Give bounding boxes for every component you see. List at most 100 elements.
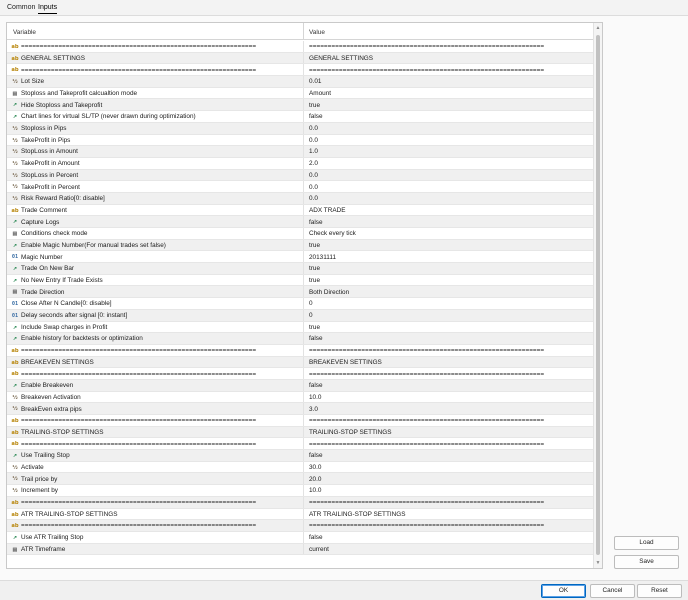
column-separator[interactable] — [303, 23, 304, 40]
parameter-value[interactable]: false — [309, 534, 593, 541]
scrollbar-thumb[interactable] — [596, 35, 600, 555]
table-row[interactable]: ½ Lot Size 0.01 — [7, 76, 595, 88]
table-row[interactable]: ½ StopLoss in Amount 1.0 — [7, 146, 595, 158]
table-row[interactable]: ab BREAKEVEN SETTINGS BREAKEVEN SETTINGS — [7, 356, 595, 369]
table-row[interactable]: 01 Delay seconds after signal [0: instant… — [7, 309, 595, 322]
parameter-value[interactable]: Check every tick — [309, 230, 593, 237]
parameter-value[interactable]: true — [309, 324, 593, 331]
parameter-value[interactable]: 10.0 — [309, 394, 593, 401]
table-row[interactable]: ab ======================================… — [7, 496, 595, 509]
parameter-value[interactable]: 20.0 — [309, 476, 593, 483]
cancel-button[interactable]: Cancel — [590, 584, 635, 598]
table-row[interactable]: ½ Breakeven Activation 10.0 — [7, 391, 595, 404]
table-row[interactable]: ab ======================================… — [7, 415, 595, 427]
table-row[interactable]: ↗ Hide Stoploss and Takeprofit true — [7, 99, 595, 112]
column-header-value[interactable]: Value — [309, 29, 325, 36]
parameter-value[interactable]: 2.0 — [309, 160, 593, 167]
parameter-value[interactable]: 0.0 — [309, 184, 593, 191]
parameter-value[interactable]: ADX TRADE — [309, 207, 593, 214]
table-row[interactable]: ↗ Trade On New Bar true — [7, 263, 595, 275]
table-row[interactable]: ½ TakeProfit in Pips 0.0 — [7, 134, 595, 147]
parameter-value[interactable]: true — [309, 102, 593, 109]
parameter-value[interactable]: 0 — [309, 312, 593, 319]
table-row[interactable]: ▤ ATR Timeframe current — [7, 543, 595, 556]
table-row[interactable]: ↗ Enable Magic Number(For manual trades s… — [7, 239, 595, 252]
parameter-value[interactable]: ========================================… — [309, 441, 593, 448]
parameter-value[interactable]: false — [309, 219, 593, 226]
table-row[interactable]: ab ======================================… — [7, 64, 595, 77]
parameter-value[interactable]: TRAILING-STOP SETTINGS — [309, 429, 593, 436]
scroll-down-arrow-icon[interactable]: ▼ — [594, 559, 602, 567]
parameter-value[interactable]: ========================================… — [309, 417, 593, 424]
parameter-value[interactable]: false — [309, 382, 593, 389]
table-row[interactable]: ↗ Enable history for backtests or optimiz… — [7, 333, 595, 345]
table-row[interactable]: ½ Trail price by 20.0 — [7, 473, 595, 486]
load-button[interactable]: Load — [614, 536, 679, 550]
table-row[interactable]: ▤ Stoploss and Takeprofit calcualtion mod… — [7, 87, 595, 100]
parameter-value[interactable]: Both Direction — [309, 289, 593, 296]
parameter-value[interactable]: ========================================… — [309, 43, 593, 50]
parameter-value[interactable]: 0.0 — [309, 137, 593, 144]
table-row[interactable]: ½ Activate 30.0 — [7, 461, 595, 474]
parameter-value[interactable]: ATR TRAILING-STOP SETTINGS — [309, 511, 593, 518]
table-row[interactable]: ½ Increment by 10.0 — [7, 485, 595, 497]
parameter-value[interactable]: ========================================… — [309, 499, 593, 506]
parameter-value[interactable]: GENERAL SETTINGS — [309, 55, 593, 62]
parameter-value[interactable]: 1.0 — [309, 148, 593, 155]
table-row[interactable]: ½ TakeProfit in Percent 0.0 — [7, 181, 595, 193]
table-row[interactable]: ½ TakeProfit in Amount 2.0 — [7, 157, 595, 170]
parameter-value[interactable]: false — [309, 335, 593, 342]
table-row[interactable]: ↗ Chart lines for virtual SL/TP (never dr… — [7, 111, 595, 123]
table-row[interactable]: ab ======================================… — [7, 344, 595, 357]
table-row[interactable]: ab GENERAL SETTINGS GENERAL SETTINGS — [7, 52, 595, 65]
table-row[interactable]: ab Trade Comment ADX TRADE — [7, 204, 595, 217]
table-row[interactable]: ½ Stoploss in Pips 0.0 — [7, 122, 595, 135]
parameter-value[interactable]: 20131111 — [309, 254, 593, 261]
scroll-up-arrow-icon[interactable]: ▲ — [594, 24, 602, 32]
parameter-value[interactable]: Amount — [309, 90, 593, 97]
table-row[interactable]: ↗ Capture Logs false — [7, 216, 595, 228]
parameter-value[interactable]: 30.0 — [309, 464, 593, 471]
table-row[interactable]: ↗ No New Entry If Trade Exists true — [7, 274, 595, 287]
parameter-value[interactable]: true — [309, 242, 593, 249]
table-row[interactable]: ½ Risk Reward Ratio[0: disable] 0.0 — [7, 192, 595, 205]
vertical-scrollbar[interactable]: ▲ ▼ — [593, 23, 602, 568]
parameter-value[interactable]: ========================================… — [309, 371, 593, 378]
table-row[interactable]: ▤ Conditions check mode Check every tick — [7, 228, 595, 240]
parameter-value[interactable]: 0.0 — [309, 172, 593, 179]
table-row[interactable]: ab ======================================… — [7, 41, 595, 53]
parameter-value[interactable]: ========================================… — [309, 522, 593, 529]
parameter-value[interactable]: 3.0 — [309, 406, 593, 413]
reset-button[interactable]: Reset — [637, 584, 682, 598]
table-row[interactable]: ab ======================================… — [7, 438, 595, 451]
table-row[interactable]: ab ATR TRAILING-STOP SETTINGS ATR TRAILING… — [7, 508, 595, 521]
parameter-value[interactable]: true — [309, 265, 593, 272]
table-row[interactable]: 01 Close After N Candle[0: disable] 0 — [7, 298, 595, 310]
column-header-variable[interactable]: Variable — [13, 29, 36, 36]
table-row[interactable]: ab ======================================… — [7, 520, 595, 532]
parameter-value[interactable]: 10.0 — [309, 487, 593, 494]
table-row[interactable]: ½ BreakEven extra pips 3.0 — [7, 403, 595, 415]
tab-inputs[interactable]: Inputs — [38, 4, 58, 14]
save-button[interactable]: Save — [614, 555, 679, 569]
parameter-value[interactable]: true — [309, 277, 593, 284]
table-row[interactable]: ↗ Use ATR Trailing Stop false — [7, 531, 595, 544]
table-row[interactable]: ↗ Use Trailing Stop false — [7, 450, 595, 462]
parameter-value[interactable]: 0.0 — [309, 125, 593, 132]
parameter-value[interactable]: 0 — [309, 300, 593, 307]
parameter-value[interactable]: ========================================… — [309, 67, 593, 74]
parameter-value[interactable]: 0.0 — [309, 195, 593, 202]
parameter-value[interactable]: ========================================… — [309, 347, 593, 354]
tab-common[interactable]: Common — [7, 4, 35, 11]
table-row[interactable]: 01 Magic Number 20131111 — [7, 251, 595, 264]
parameter-value[interactable]: false — [309, 113, 593, 120]
parameter-value[interactable]: current — [309, 546, 593, 553]
table-row[interactable]: ▤ Trade Direction Both Direction — [7, 286, 595, 299]
table-row[interactable]: ↗ Enable Breakeven false — [7, 379, 595, 392]
table-row[interactable]: ab ======================================… — [7, 368, 595, 380]
ok-button[interactable]: OK — [541, 584, 586, 598]
parameter-value[interactable]: false — [309, 452, 593, 459]
parameter-value[interactable]: 0.01 — [309, 78, 593, 85]
table-row[interactable]: ½ StopLoss in Percent 0.0 — [7, 169, 595, 182]
table-row[interactable]: ↗ Include Swap charges in Profit true — [7, 321, 595, 334]
